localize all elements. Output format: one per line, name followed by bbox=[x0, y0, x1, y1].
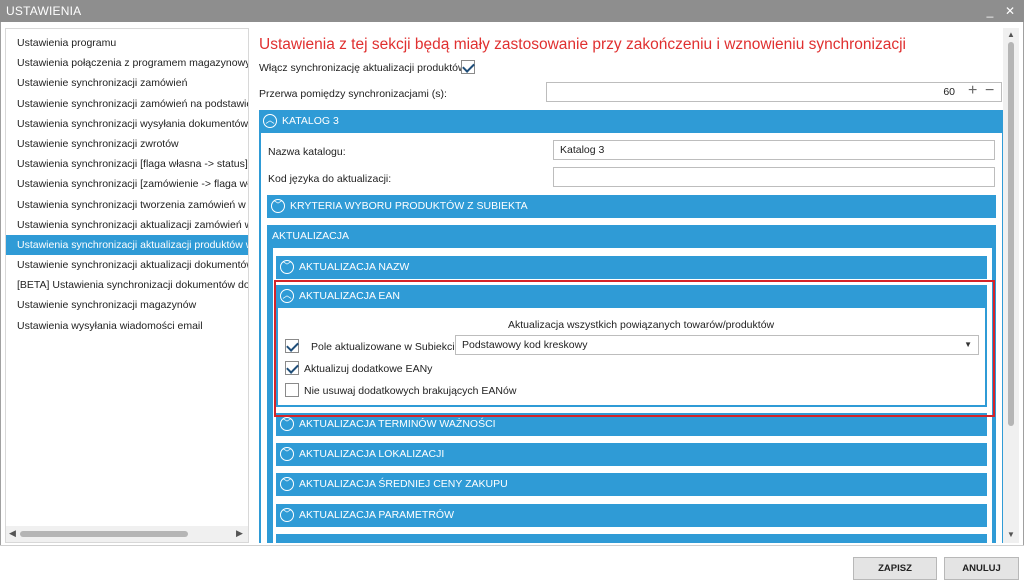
page-heading: Ustawienia z tej sekcji będą miały zasto… bbox=[259, 36, 906, 53]
section-names-label: AKTUALIZACJA NAZW bbox=[299, 261, 410, 273]
interval-value: 60 bbox=[943, 86, 955, 98]
expand-names-icon[interactable]: ﹀ bbox=[280, 260, 294, 274]
section-next-header-partial[interactable] bbox=[276, 534, 987, 543]
section-avgprice-header[interactable]: ﹀ AKTUALIZACJA ŚREDNIEJ CENY ZAKUPU bbox=[276, 473, 987, 496]
expand-params-icon[interactable]: ﹀ bbox=[280, 508, 294, 522]
sidebar-item[interactable]: Ustawienia synchronizacji aktualizacji z… bbox=[6, 215, 248, 235]
sidebar-item[interactable]: Ustawienia synchronizacji tworzenia zamó… bbox=[6, 195, 248, 215]
expand-criteria-icon[interactable]: ﹀ bbox=[271, 199, 285, 213]
catalog-name-input[interactable]: Katalog 3 bbox=[553, 140, 995, 160]
settings-nav-list: Ustawienia programu Ustawienia połączenia… bbox=[6, 29, 248, 336]
criteria-header-label: KRYTERIA WYBORU PRODUKTÓW Z SUBIEKTA bbox=[290, 200, 528, 212]
section-params-header[interactable]: ﹀ AKTUALIZACJA PARAMETRÓW bbox=[276, 504, 987, 527]
sidebar-scroll-thumb[interactable] bbox=[20, 531, 188, 537]
window-title: USTAWIENIA bbox=[6, 4, 82, 18]
sidebar-item[interactable]: Ustawienia programu bbox=[6, 33, 248, 53]
sidebar-item[interactable]: [BETA] Ustawienia synchronizacji dokumen… bbox=[6, 275, 248, 295]
sidebar-item[interactable]: Ustawienia wysyłania wiadomości email bbox=[6, 316, 248, 336]
scroll-left-icon[interactable]: ◀ bbox=[9, 528, 16, 539]
sidebar-item[interactable]: Ustawienie synchronizacji zamówień na po… bbox=[6, 94, 248, 114]
decrement-icon[interactable]: − bbox=[985, 83, 994, 99]
cancel-button[interactable]: ANULUJ bbox=[944, 557, 1019, 580]
section-names-header[interactable]: ﹀ AKTUALIZACJA NAZW bbox=[276, 256, 987, 279]
section-params-label: AKTUALIZACJA PARAMETRÓW bbox=[299, 509, 454, 521]
close-button[interactable]: ✕ bbox=[1002, 3, 1018, 19]
catalog-header[interactable]: ︿ KATALOG 3 bbox=[259, 110, 1004, 133]
scroll-down-icon[interactable]: ▼ bbox=[1007, 530, 1015, 539]
language-code-input[interactable] bbox=[553, 167, 995, 187]
interval-label: Przerwa pomiędzy synchronizacjami (s): bbox=[259, 88, 447, 100]
interval-input[interactable]: 60 bbox=[546, 82, 1002, 102]
collapse-catalog-icon[interactable]: ︿ bbox=[263, 114, 277, 128]
criteria-header[interactable]: ﹀ KRYTERIA WYBORU PRODUKTÓW Z SUBIEKTA bbox=[267, 195, 996, 218]
sidebar-item[interactable]: Ustawienia połączenia z programem magazy… bbox=[6, 53, 248, 73]
section-location-header[interactable]: ﹀ AKTUALIZACJA LOKALIZACJI bbox=[276, 443, 987, 466]
sidebar-item[interactable]: Ustawienia synchronizacji wysyłania doku… bbox=[6, 114, 248, 134]
dialog-footer: ZAPISZ ANULUJ bbox=[0, 545, 1024, 584]
update-header-label: AKTUALIZACJA bbox=[272, 230, 350, 242]
expand-avgprice-icon[interactable]: ﹀ bbox=[280, 477, 294, 491]
settings-nav: Ustawienia programu Ustawienia połączenia… bbox=[5, 28, 249, 543]
section-avgprice-label: AKTUALIZACJA ŚREDNIEJ CENY ZAKUPU bbox=[299, 478, 508, 490]
update-header: AKTUALIZACJA bbox=[267, 225, 996, 248]
catalog-name-label: Nazwa katalogu: bbox=[268, 146, 346, 158]
scroll-right-icon[interactable]: ▶ bbox=[236, 528, 243, 539]
expand-expiry-icon[interactable]: ﹀ bbox=[280, 417, 294, 431]
section-location-label: AKTUALIZACJA LOKALIZACJI bbox=[299, 448, 445, 460]
save-button[interactable]: ZAPISZ bbox=[853, 557, 937, 580]
expand-location-icon[interactable]: ﹀ bbox=[280, 447, 294, 461]
enable-sync-label: Włącz synchronizację aktualizacji produk… bbox=[259, 62, 469, 74]
sidebar-item[interactable]: Ustawienie synchronizacji zamówień bbox=[6, 73, 248, 93]
sidebar-item[interactable]: Ustawienie synchronizacji zwrotów bbox=[6, 134, 248, 154]
language-code-label: Kod języka do aktualizacji: bbox=[268, 173, 392, 185]
enable-sync-checkbox[interactable] bbox=[461, 60, 475, 74]
catalog-header-label: KATALOG 3 bbox=[282, 115, 339, 127]
sidebar-item[interactable]: Ustawienie synchronizacji aktualizacji d… bbox=[6, 255, 248, 275]
sidebar-item[interactable]: Ustawienia synchronizacji [flaga własna … bbox=[6, 154, 248, 174]
sidebar-item[interactable]: Ustawienie synchronizacji magazynów bbox=[6, 295, 248, 315]
increment-icon[interactable]: + bbox=[968, 83, 977, 99]
scroll-up-icon[interactable]: ▲ bbox=[1007, 30, 1015, 39]
content-vertical-scrollbar[interactable]: ▲ ▼ bbox=[1003, 28, 1019, 543]
catalog-name-value: Katalog 3 bbox=[560, 144, 605, 156]
sidebar-item[interactable]: Ustawienia synchronizacji aktualizacji p… bbox=[6, 234, 248, 256]
sidebar-horizontal-scrollbar[interactable]: ◀ ▶ bbox=[6, 526, 248, 542]
window-titlebar: USTAWIENIA _ ✕ bbox=[0, 0, 1024, 22]
sidebar-item[interactable]: Ustawienia synchronizacji [zamówienie ->… bbox=[6, 174, 248, 194]
minimize-button[interactable]: _ bbox=[982, 3, 998, 19]
content-scroll-thumb[interactable] bbox=[1008, 42, 1014, 426]
highlight-box bbox=[274, 280, 995, 417]
